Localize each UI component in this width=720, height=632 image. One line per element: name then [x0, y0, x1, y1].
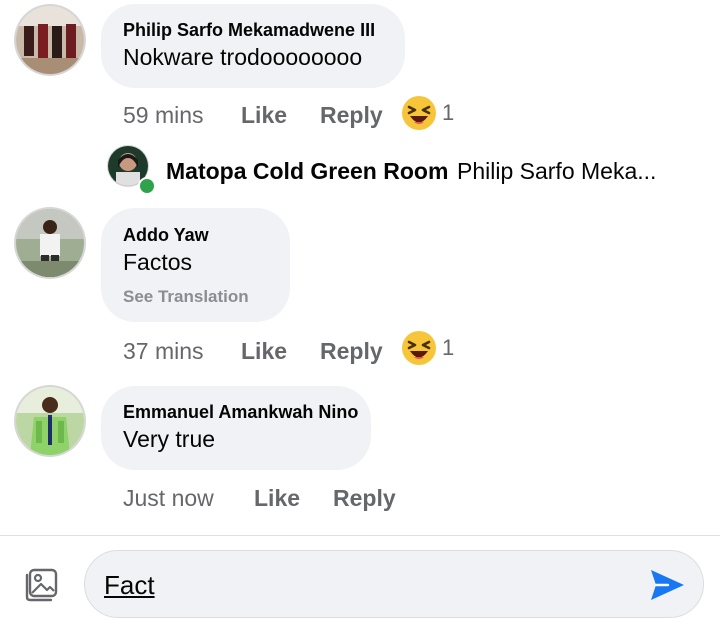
comment-time: Just now	[123, 485, 214, 511]
reaction-count[interactable]: 1	[442, 100, 454, 126]
comment-author[interactable]: Emmanuel Amankwah Nino	[123, 402, 358, 423]
avatar[interactable]	[16, 209, 84, 277]
comment-author[interactable]: Philip Sarfo Mekamadwene III	[123, 20, 375, 41]
reply-preview-text[interactable]: Philip Sarfo Meka...	[457, 158, 656, 185]
avatar[interactable]	[16, 6, 84, 74]
like-button[interactable]: Like	[241, 338, 287, 365]
like-button[interactable]: Like	[254, 485, 300, 512]
comment-input[interactable]	[84, 550, 704, 618]
comment-time: 37 mins	[123, 338, 204, 364]
online-status-indicator	[138, 177, 156, 195]
divider	[0, 535, 720, 536]
reply-preview-author[interactable]: Matopa Cold Green Room	[166, 158, 448, 185]
comment-author[interactable]: Addo Yaw	[123, 225, 209, 246]
see-translation-link[interactable]: See Translation	[123, 287, 249, 307]
comment-text: Factos	[123, 249, 193, 275]
comment-input-value[interactable]: Fact	[104, 570, 155, 601]
reply-button[interactable]: Reply	[333, 485, 396, 512]
comment-text: Nokware trodoooooooo	[123, 44, 363, 70]
comment-text: Very true	[123, 426, 216, 452]
send-icon[interactable]	[648, 566, 686, 604]
comment-time: 59 mins	[123, 102, 204, 128]
reply-button[interactable]: Reply	[320, 102, 383, 129]
laughing-squint-emoji-icon[interactable]	[401, 95, 437, 131]
like-button[interactable]: Like	[241, 102, 287, 129]
laughing-squint-emoji-icon[interactable]	[401, 330, 437, 366]
reaction-count[interactable]: 1	[442, 335, 454, 361]
reply-button[interactable]: Reply	[320, 338, 383, 365]
avatar[interactable]	[16, 387, 84, 455]
photo-gallery-icon[interactable]	[22, 566, 60, 604]
